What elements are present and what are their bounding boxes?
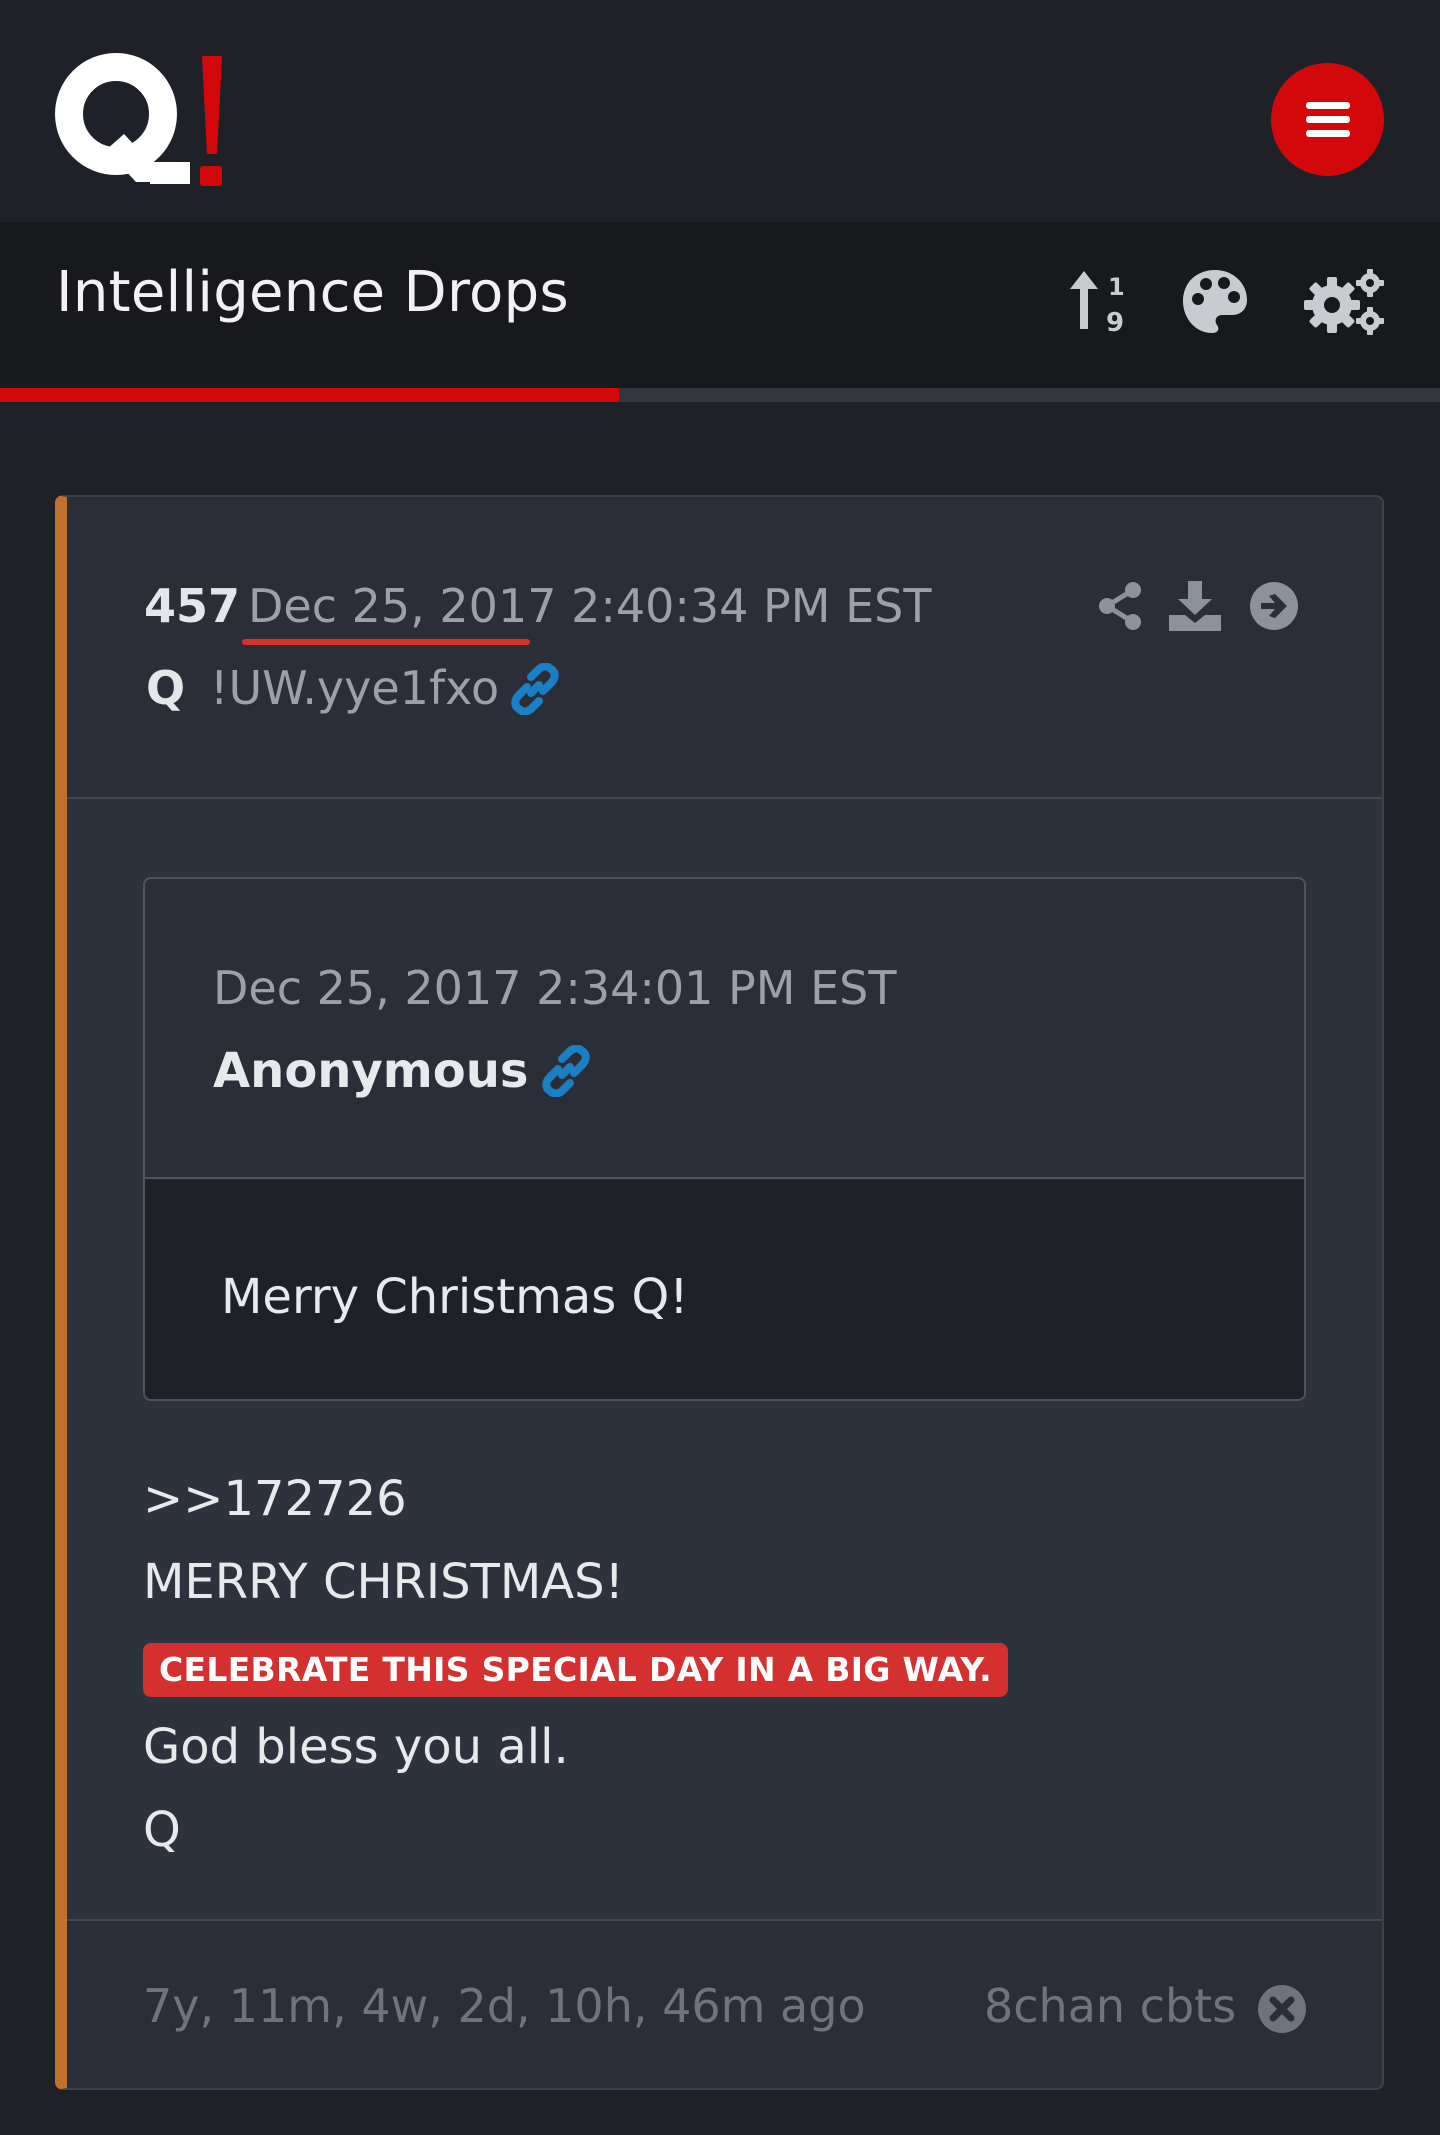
drop-date[interactable]: Dec 25, 2017 2:40:34 PM EST — [248, 579, 931, 633]
message-line: God bless you all. — [143, 1719, 569, 1775]
quoted-post-author: Anonymous — [213, 1043, 529, 1099]
quoted-post: Dec 25, 2017 2:34:01 PM EST Anonymous Me… — [143, 877, 1306, 1401]
drop-footer: 7y, 11m, 4w, 2d, 10h, 46m ago 8chan cbts — [67, 1919, 1382, 2088]
theme-button[interactable] — [1180, 267, 1250, 340]
q-logo[interactable] — [54, 52, 234, 192]
relative-time: 7y, 11m, 4w, 2d, 10h, 46m ago — [143, 1979, 866, 2033]
link-icon[interactable] — [509, 663, 561, 715]
svg-text:9: 9 — [1106, 308, 1124, 337]
sort-numeric-icon: 1 9 — [1070, 271, 1125, 338]
sort-button[interactable]: 1 9 — [1070, 267, 1132, 340]
source-board: 8chan cbts — [984, 1979, 1237, 2033]
drop-body: Dec 25, 2017 2:34:01 PM EST Anonymous Me… — [67, 799, 1382, 1919]
drop-author: Q — [146, 661, 186, 715]
download-button[interactable] — [1169, 581, 1221, 634]
reading-progress-bar — [0, 388, 1440, 402]
date-underline — [242, 639, 530, 645]
quoted-post-text: Merry Christmas Q! — [221, 1269, 689, 1325]
settings-button[interactable] — [1302, 267, 1388, 340]
drop-header: 457 Dec 25, 2017 2:40:34 PM EST Q !UW.yy… — [67, 497, 1382, 799]
svg-text:1: 1 — [1108, 273, 1125, 301]
hamburger-icon — [1305, 101, 1350, 137]
palette-icon — [1183, 270, 1247, 333]
quoted-post-date: Dec 25, 2017 2:34:01 PM EST — [213, 961, 897, 1015]
drop-number: 457 — [144, 579, 241, 633]
drop-card: 457 Dec 25, 2017 2:40:34 PM EST Q !UW.yy… — [55, 495, 1384, 2090]
quoted-post-header: Dec 25, 2017 2:34:01 PM EST Anonymous — [145, 879, 1304, 1179]
arrow-right-icon — [1250, 582, 1298, 630]
top-bar — [0, 0, 1440, 222]
download-icon — [1169, 581, 1221, 631]
drop-tripcode: !UW.yye1fxo — [210, 661, 500, 715]
quoted-post-body: Merry Christmas Q! — [145, 1179, 1304, 1399]
share-icon — [1099, 582, 1141, 630]
post-reference-link[interactable]: >>172726 — [143, 1471, 407, 1527]
message-signature: Q — [143, 1802, 181, 1858]
link-icon[interactable] — [540, 1045, 592, 1097]
share-button[interactable] — [1097, 581, 1143, 634]
page-title: Intelligence Drops — [56, 260, 569, 325]
dismiss-button[interactable] — [1257, 1984, 1307, 2037]
message-line: MERRY CHRISTMAS! — [143, 1554, 624, 1610]
gears-icon — [1304, 269, 1384, 335]
highlighted-text: CELEBRATE THIS SPECIAL DAY IN A BIG WAY. — [143, 1643, 1008, 1697]
open-drop-button[interactable] — [1249, 581, 1299, 634]
close-circle-icon — [1258, 1985, 1306, 2033]
menu-button[interactable] — [1271, 63, 1384, 176]
title-bar: Intelligence Drops 1 9 — [0, 222, 1440, 388]
progress-fill — [0, 388, 620, 402]
